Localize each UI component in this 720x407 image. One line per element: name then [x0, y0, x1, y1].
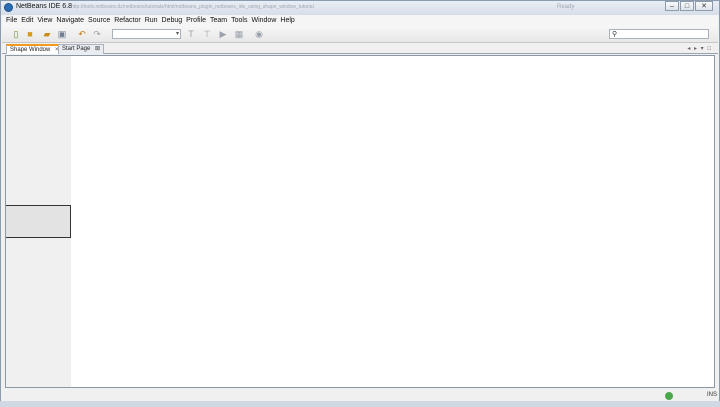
palette-gutter	[6, 56, 71, 387]
url-watermark: http://tools.netbeans.dz/netbeans/tutori…	[71, 4, 314, 10]
build-icon[interactable]: T	[186, 29, 196, 39]
tab-label: Shape Window	[10, 47, 51, 53]
taskbar-edge	[0, 401, 720, 407]
toolbar: ▯ ■ ▰ ▣ ↶ ↷ ▾ T ⊤ ▶ ▦ ◉ ⚲	[2, 25, 718, 43]
tab-shape-window[interactable]: Shape Window ×	[6, 44, 63, 54]
title-bar: NetBeans IDE 6.8 http://tools.netbeans.d…	[1, 1, 719, 15]
menu-navigate[interactable]: Navigate	[56, 17, 84, 24]
open-project-icon[interactable]: ▰	[42, 29, 52, 39]
editor-tab-row: Shape Window × Start Page ⊠ ◂ ▸ ▾ □	[2, 43, 718, 54]
profile-icon[interactable]: ◉	[254, 29, 264, 39]
netbeans-icon	[4, 3, 13, 12]
tab-label: Start Page	[62, 46, 91, 52]
chevron-down-icon: ▾	[175, 31, 179, 37]
menu-edit[interactable]: Edit	[21, 17, 33, 24]
menu-tools[interactable]: Tools	[231, 17, 247, 24]
search-input[interactable]: ⚲	[609, 29, 709, 39]
clean-build-icon[interactable]: ⊤	[202, 29, 212, 39]
status-ok-icon	[665, 392, 673, 400]
menu-help[interactable]: Help	[280, 17, 294, 24]
tab-start-page[interactable]: Start Page ⊠	[58, 44, 105, 54]
tray-text: Ready	[557, 4, 575, 10]
menu-file[interactable]: File	[6, 17, 17, 24]
debug-icon[interactable]: ▦	[234, 29, 244, 39]
menu-view[interactable]: View	[37, 17, 52, 24]
selected-palette-item[interactable]	[6, 205, 71, 238]
new-file-icon[interactable]: ▯	[11, 29, 21, 39]
menu-window[interactable]: Window	[251, 17, 276, 24]
close-tab-icon[interactable]: ⊠	[95, 46, 100, 52]
menu-team[interactable]: Team	[210, 17, 227, 24]
menu-bar: File Edit View Navigate Source Refactor …	[2, 15, 718, 25]
close-button[interactable]: ✕	[695, 1, 713, 11]
configuration-select[interactable]: ▾	[112, 29, 181, 39]
menu-debug[interactable]: Debug	[162, 17, 183, 24]
window-title: NetBeans IDE 6.8	[16, 3, 73, 10]
redo-icon[interactable]: ↷	[92, 29, 102, 39]
save-all-icon[interactable]: ▣	[57, 29, 67, 39]
tab-navigation-controls[interactable]: ◂ ▸ ▾ □	[687, 45, 712, 52]
shape-window-editor[interactable]	[5, 55, 715, 388]
maximize-button[interactable]: □	[680, 1, 694, 11]
menu-refactor[interactable]: Refactor	[114, 17, 140, 24]
menu-run[interactable]: Run	[145, 17, 158, 24]
new-project-icon[interactable]: ■	[25, 29, 35, 39]
menu-profile[interactable]: Profile	[186, 17, 206, 24]
run-icon[interactable]: ▶	[218, 29, 228, 39]
insert-mode: INS	[707, 392, 718, 398]
search-icon: ⚲	[612, 31, 618, 38]
ide-window: NetBeans IDE 6.8 http://tools.netbeans.d…	[0, 0, 720, 407]
menu-source[interactable]: Source	[88, 17, 110, 24]
minimize-button[interactable]: –	[665, 1, 679, 11]
undo-icon[interactable]: ↶	[77, 29, 87, 39]
